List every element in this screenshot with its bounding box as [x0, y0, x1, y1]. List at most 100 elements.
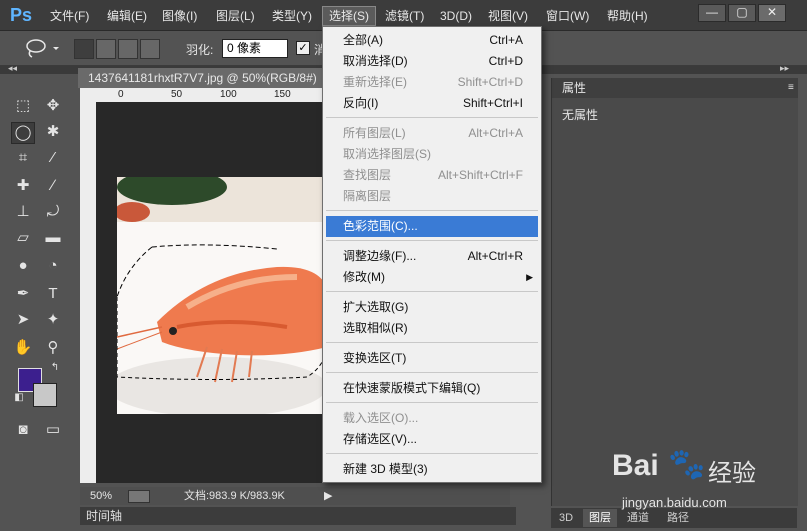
zoom-tool-icon[interactable]: ⚲: [42, 338, 64, 358]
menu-item-inverse[interactable]: 反向(I) Shift+Ctrl+I: [323, 93, 541, 114]
dodge-tool-icon[interactable]: ◔: [42, 256, 64, 276]
menu-item-color-range[interactable]: 色彩范围(C)...: [326, 216, 538, 237]
menu-filter[interactable]: 滤镜(T): [379, 7, 430, 25]
new-selection-icon[interactable]: [74, 39, 94, 59]
menu-select[interactable]: 选择(S): [322, 6, 376, 26]
type-tool-icon[interactable]: T: [42, 284, 64, 304]
menu-item-grow[interactable]: 扩大选取(G): [323, 297, 541, 318]
properties-tab[interactable]: 属性 ≡: [552, 78, 798, 98]
marquee-tool-icon[interactable]: ⬚: [12, 96, 34, 116]
quick-mask-icon[interactable]: ◙: [12, 420, 34, 440]
eraser-tool-icon[interactable]: ▱: [12, 228, 34, 248]
panel-menu-icon[interactable]: ≡: [778, 78, 794, 98]
menu-type[interactable]: 类型(Y): [266, 7, 318, 25]
paw-icon: 🐾: [668, 448, 706, 481]
eyedropper-tool-icon[interactable]: ⁄: [42, 148, 64, 168]
menu-edit[interactable]: 编辑(E): [101, 7, 153, 25]
menu-image[interactable]: 图像(I): [156, 7, 203, 25]
lasso-tool-icon[interactable]: ◯: [11, 122, 35, 144]
timeline-panel-tab[interactable]: 时间轴: [80, 507, 516, 525]
menu-item-select-all[interactable]: 全部(A) Ctrl+A: [323, 30, 541, 51]
photoshop-logo: Ps: [10, 5, 33, 25]
zoom-level[interactable]: 50%: [90, 487, 112, 505]
minimize-button[interactable]: —: [698, 4, 726, 22]
ruler-tick-label: 100: [220, 89, 237, 100]
menu-item-deselect-layers: 取消选择图层(S): [343, 147, 431, 161]
menu-item-find-layers: 查找图层 Alt+Shift+Ctrl+F: [343, 168, 523, 182]
menu-separator: [326, 402, 538, 403]
toolbox: ⬚ ✥ ◯ ✱ ⌗ ⁄ ✚ ∕ ⊥ ⤾ ▱ ▬ ● ◔ ✒ T ➤ ✦ ✋ ⚲ …: [8, 92, 72, 452]
watermark-jingyan: 经验: [708, 460, 756, 487]
subtract-selection-icon[interactable]: [118, 39, 138, 59]
baidu-watermark: Bai 🐾 经验 jingyan.baidu.com: [612, 445, 797, 515]
collapse-left-icon[interactable]: ◂◂: [8, 63, 17, 74]
watermark-url: jingyan.baidu.com: [622, 495, 727, 510]
brush-tool-icon[interactable]: ∕: [42, 176, 64, 196]
no-properties-text: 无属性: [562, 108, 599, 122]
add-selection-icon[interactable]: [96, 39, 116, 59]
shrimp-image: [117, 177, 327, 414]
menu-view[interactable]: 视图(V): [482, 7, 534, 25]
clone-stamp-icon[interactable]: ⊥: [12, 202, 34, 222]
submenu-arrow-icon: ▶: [526, 272, 533, 282]
custom-shape-icon[interactable]: ✦: [42, 310, 64, 330]
crop-tool-icon[interactable]: ⌗: [12, 148, 34, 168]
feather-label: 羽化:: [186, 43, 214, 57]
menu-item-isolate-layers: 隔离图层: [343, 189, 392, 203]
properties-tab-label: 属性: [562, 81, 587, 95]
history-brush-icon[interactable]: ⤾: [42, 202, 64, 222]
move-tool-icon[interactable]: ✥: [42, 96, 64, 116]
lasso-icon: [26, 39, 59, 58]
menu-item-save-selection[interactable]: 存储选区(V)...: [323, 429, 541, 450]
watermark-brand: Bai: [612, 449, 659, 482]
antialias-checkbox[interactable]: ✓: [296, 41, 310, 55]
intersect-selection-icon[interactable]: [140, 39, 160, 59]
status-info-icon[interactable]: [128, 490, 150, 503]
lasso-preset-picker[interactable]: [20, 35, 64, 61]
blur-tool-icon[interactable]: ●: [12, 256, 34, 276]
menu-layer[interactable]: 图层(L): [210, 7, 261, 25]
path-selection-icon[interactable]: ➤: [12, 310, 34, 330]
background-color-swatch[interactable]: [33, 383, 57, 407]
maximize-button[interactable]: ▢: [728, 4, 756, 22]
menu-file[interactable]: 文件(F): [44, 7, 95, 25]
menu-item-refine-edge[interactable]: 调整边缘(F)... Alt+Ctrl+R: [323, 246, 541, 267]
menu-item-load-selection: 载入选区(O)...: [343, 411, 419, 425]
menu-item-new-3d-model[interactable]: 新建 3D 模型(3): [323, 459, 541, 480]
menu-item-modify[interactable]: 修改(M) ▶: [323, 267, 541, 288]
pen-tool-icon[interactable]: ✒: [12, 284, 34, 304]
menu-separator: [326, 342, 538, 343]
menu-item-transform-selection[interactable]: 变换选区(T): [323, 348, 541, 369]
menu-separator: [326, 210, 538, 211]
menu-help[interactable]: 帮助(H): [601, 7, 654, 25]
screen-mode-icon[interactable]: ▭: [42, 420, 64, 440]
shrimp-photo[interactable]: [117, 177, 327, 414]
menu-separator: [326, 117, 538, 118]
timeline-label: 时间轴: [86, 509, 123, 523]
menu-3d[interactable]: 3D(D): [434, 7, 478, 25]
document-size: 文档:983.9 K/983.9K: [184, 490, 285, 502]
ruler-tick-label: 50: [171, 89, 183, 100]
hand-tool-icon[interactable]: ✋: [12, 338, 34, 358]
ruler-tick-label: 150: [274, 89, 291, 100]
collapse-right-icon[interactable]: ▸▸: [780, 63, 789, 74]
gradient-tool-icon[interactable]: ▬: [42, 228, 64, 248]
menu-item-reselect: 重新选择(E) Shift+Ctrl+D: [343, 75, 523, 89]
menu-window[interactable]: 窗口(W): [540, 7, 595, 25]
magic-wand-tool-icon[interactable]: ✱: [42, 122, 64, 142]
close-button[interactable]: ✕: [758, 4, 786, 22]
swap-colors-icon[interactable]: ↰: [48, 362, 62, 374]
vertical-ruler: [80, 88, 96, 483]
properties-panel: 属性 ≡ 无属性: [551, 78, 798, 506]
document-tab[interactable]: 1437641181rhxtR7V7.jpg @ 50%(RGB/8#): [78, 68, 339, 88]
menu-item-deselect[interactable]: 取消选择(D) Ctrl+D: [323, 51, 541, 72]
menu-item-similar[interactable]: 选取相似(R): [323, 318, 541, 339]
tab-3d[interactable]: 3D: [553, 509, 579, 527]
default-colors-icon[interactable]: ◧: [12, 392, 26, 404]
feather-input[interactable]: 0 像素: [222, 39, 288, 58]
menu-item-quick-mask[interactable]: 在快速蒙版模式下编辑(Q): [323, 378, 541, 399]
status-menu-arrow-icon[interactable]: ▶: [324, 487, 332, 505]
status-bar: 50% 文档:983.9 K/983.9K ▶: [80, 487, 510, 505]
ruler-tick-label: 0: [118, 89, 124, 100]
healing-brush-icon[interactable]: ✚: [12, 176, 34, 196]
